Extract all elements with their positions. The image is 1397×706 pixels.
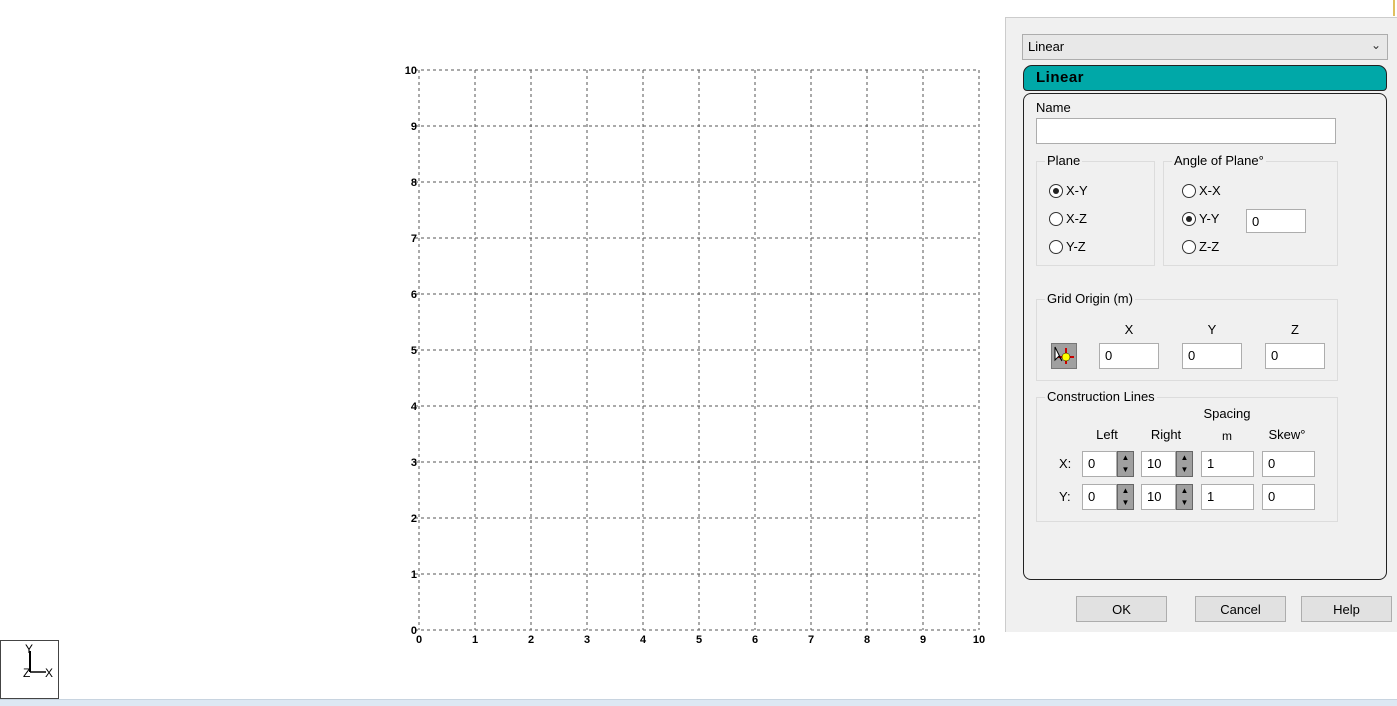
x-tick-label: 3 <box>584 634 590 646</box>
plane-group: Plane X-Y X-Z Y-Z <box>1036 153 1155 266</box>
axis-z-label: Z <box>23 666 30 680</box>
x-tick-label: 5 <box>696 634 702 646</box>
radio-label: X-Z <box>1066 211 1087 226</box>
axis-y-label: Y <box>25 642 33 656</box>
axis-indicator: Y Z X <box>0 640 59 699</box>
origin-z-label: Z <box>1291 322 1299 337</box>
x-tick-label: 8 <box>864 634 870 646</box>
axis-triad-icon: Y Z X <box>23 642 53 680</box>
angle-input[interactable]: 0 <box>1246 209 1306 233</box>
y-tick-label: 1 <box>411 569 417 581</box>
construction-lines-label: Construction Lines <box>1045 389 1157 404</box>
y-tick-label: 2 <box>411 513 417 525</box>
angle-yy-radio[interactable]: Y-Y <box>1182 211 1219 226</box>
spin-up-icon[interactable]: ▲ <box>1181 487 1189 495</box>
y-tick-label: 10 <box>405 65 417 77</box>
spacing-label: Spacing <box>1203 406 1251 421</box>
y-tick-label: 7 <box>411 233 417 245</box>
status-bar <box>0 699 1397 706</box>
name-label: Name <box>1036 100 1071 115</box>
grid-type-header: Linear <box>1023 65 1387 91</box>
x-tick-label: 6 <box>752 634 758 646</box>
name-input[interactable] <box>1036 118 1336 144</box>
radio-label: X-X <box>1199 183 1221 198</box>
y-tick-label: 6 <box>411 289 417 301</box>
right-input[interactable]: 10 <box>1141 484 1176 510</box>
plane-xy-radio[interactable]: X-Y <box>1049 183 1088 198</box>
x-tick-label: 4 <box>640 634 647 646</box>
origin-x-label: X <box>1124 322 1134 337</box>
radio-label: Y-Z <box>1066 239 1086 254</box>
right-input[interactable]: 10 <box>1141 451 1176 477</box>
skew-input[interactable]: 0 <box>1262 484 1315 510</box>
grid-origin-label: Grid Origin (m) <box>1045 291 1135 306</box>
help-button[interactable]: Help <box>1301 596 1392 622</box>
angle-group: Angle of Plane° X-X Y-Y Z-Z 0 <box>1163 153 1338 266</box>
grid-type-value: Linear <box>1028 39 1065 54</box>
spin-up-icon[interactable]: ▲ <box>1122 487 1130 495</box>
x-tick-label: 2 <box>528 634 534 646</box>
m-label: m <box>1222 429 1232 443</box>
y-tick-label: 9 <box>411 121 417 133</box>
angle-label: Angle of Plane° <box>1172 153 1266 168</box>
angle-xx-radio[interactable]: X-X <box>1182 183 1221 198</box>
cancel-button[interactable]: Cancel <box>1195 596 1286 622</box>
pick-origin-button[interactable] <box>1051 343 1077 369</box>
left-label: Left <box>1096 427 1118 442</box>
y-tick-label: 0 <box>411 625 417 637</box>
spacing-input[interactable]: 1 <box>1201 451 1254 477</box>
spin-up-icon[interactable]: ▲ <box>1181 454 1189 462</box>
pick-point-icon <box>1054 346 1074 364</box>
chevron-down-icon: ⌄ <box>1370 38 1381 52</box>
properties-frame: Name Plane X-Y X-Z Y-Z Angle of Plane° X… <box>1023 93 1387 580</box>
left-input[interactable]: 0 <box>1082 484 1117 510</box>
grid-type-select[interactable]: Linear ⌄ <box>1022 34 1388 60</box>
radio-label: Z-Z <box>1199 239 1220 254</box>
plane-yz-radio[interactable]: Y-Z <box>1049 239 1086 254</box>
left-spinner[interactable]: ▲ ▼ <box>1117 484 1134 510</box>
right-spinner[interactable]: ▲ ▼ <box>1176 451 1193 477</box>
skew-input[interactable]: 0 <box>1262 451 1315 477</box>
origin-y-input[interactable]: 0 <box>1182 343 1242 369</box>
plane-label: Plane <box>1045 153 1083 168</box>
origin-x-input[interactable]: 0 <box>1099 343 1159 369</box>
origin-y-label: Y <box>1207 322 1217 337</box>
spin-down-icon[interactable]: ▼ <box>1122 499 1130 507</box>
skew-label: Skew° <box>1268 427 1306 442</box>
y-tick-label: 8 <box>411 177 417 189</box>
grid-origin-group: Grid Origin (m) X Y Z 0 0 0 <box>1036 291 1338 381</box>
spin-down-icon[interactable]: ▼ <box>1181 466 1189 474</box>
x-tick-label: 1 <box>472 634 478 646</box>
right-spinner[interactable]: ▲ ▼ <box>1176 484 1193 510</box>
ok-button[interactable]: OK <box>1076 596 1167 622</box>
radio-label: Y-Y <box>1199 211 1220 226</box>
y-tick-label: 3 <box>411 457 417 469</box>
right-label: Right <box>1150 427 1182 442</box>
spin-down-icon[interactable]: ▼ <box>1122 466 1130 474</box>
left-spinner[interactable]: ▲ ▼ <box>1117 451 1134 477</box>
axis-x-label: X <box>45 666 53 680</box>
spin-up-icon[interactable]: ▲ <box>1122 454 1130 462</box>
spacing-input[interactable]: 1 <box>1201 484 1254 510</box>
angle-zz-radio[interactable]: Z-Z <box>1182 239 1219 254</box>
radio-label: X-Y <box>1066 183 1088 198</box>
y-tick-label: 4 <box>411 401 418 413</box>
x-tick-label: 10 <box>973 634 985 646</box>
x-tick-label: 7 <box>808 634 814 646</box>
window-edge <box>1393 0 1395 16</box>
left-input[interactable]: 0 <box>1082 451 1117 477</box>
construction-grid[interactable]: 0 1 2 3 4 5 6 7 8 9 10012345678910 <box>0 0 1000 660</box>
row-label: X: <box>1059 456 1072 471</box>
x-tick-label: 9 <box>920 634 926 646</box>
plane-xz-radio[interactable]: X-Z <box>1049 211 1087 226</box>
row-label: Y: <box>1059 489 1071 504</box>
y-tick-label: 5 <box>411 345 417 357</box>
construction-lines-group: Construction Lines Spacing Left Right m … <box>1036 389 1338 522</box>
grid-properties-panel: Linear ⌄ Linear Name Plane X-Y X-Z Y-Z An… <box>1005 17 1397 632</box>
spin-down-icon[interactable]: ▼ <box>1181 499 1189 507</box>
origin-z-input[interactable]: 0 <box>1265 343 1325 369</box>
